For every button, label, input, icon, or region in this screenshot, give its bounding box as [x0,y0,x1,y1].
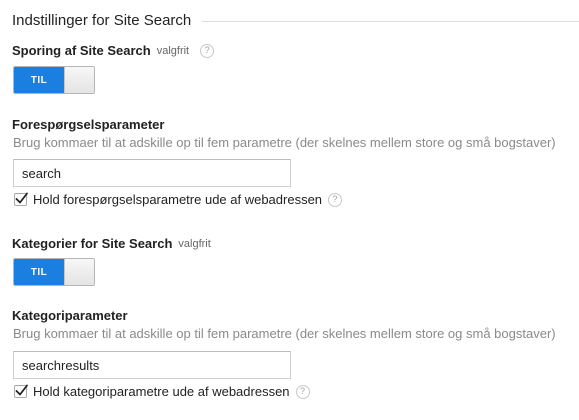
query-parameter-exclude-row: Hold forespørgselsparametre ude af webad… [14,192,343,207]
category-parameter-helper: Brug kommaer til at adskille op til fem … [13,326,556,341]
toggle-knob [64,259,94,285]
category-parameter-label-row: Kategoriparameter [12,308,128,323]
category-parameter-exclude-label[interactable]: Hold kategoriparametre ude af webadresse… [33,384,290,399]
section-title: Indstillinger for Site Search [12,12,200,29]
site-search-categories-optional: valgfrit [178,237,211,250]
query-parameter-label: Forespørgselsparameter [12,117,165,132]
help-icon[interactable]: ? [295,384,310,399]
toggle-knob [64,67,94,93]
site-search-tracking-label-row: Sporing af Site Search valgfrit ? [12,43,215,58]
checkmark-icon [15,192,28,204]
toggle-on-label: TIL [14,67,64,93]
query-parameter-helper: Brug kommaer til at adskille op til fem … [13,135,556,150]
category-parameter-input[interactable] [13,351,291,379]
category-parameter-exclude-row: Hold kategoriparametre ude af webadresse… [14,384,310,399]
help-icon[interactable]: ? [328,192,343,207]
checkmark-icon [15,384,28,396]
query-parameter-label-row: Forespørgselsparameter [12,117,164,132]
site-search-tracking-toggle[interactable]: TIL [13,66,95,94]
section-header: Indstillinger for Site Search [12,12,579,34]
site-search-categories-label-row: Kategorier for Site Search valgfrit [12,236,211,251]
section-divider [202,21,579,22]
query-parameter-input[interactable] [13,159,291,187]
category-parameter-exclude-checkbox[interactable] [14,384,28,398]
site-search-tracking-optional: valgfrit [156,44,190,57]
toggle-on-label: TIL [14,259,64,285]
site-search-categories-label: Kategorier for Site Search [12,236,173,251]
site-search-categories-toggle[interactable]: TIL [13,258,95,286]
site-search-settings: Indstillinger for Site Search Sporing af… [0,0,579,420]
help-icon[interactable]: ? [200,43,215,58]
query-parameter-exclude-label[interactable]: Hold forespørgselsparametre ude af webad… [33,192,322,207]
site-search-tracking-label: Sporing af Site Search [12,43,151,58]
query-parameter-exclude-checkbox[interactable] [14,192,28,206]
category-parameter-label: Kategoriparameter [12,308,128,323]
